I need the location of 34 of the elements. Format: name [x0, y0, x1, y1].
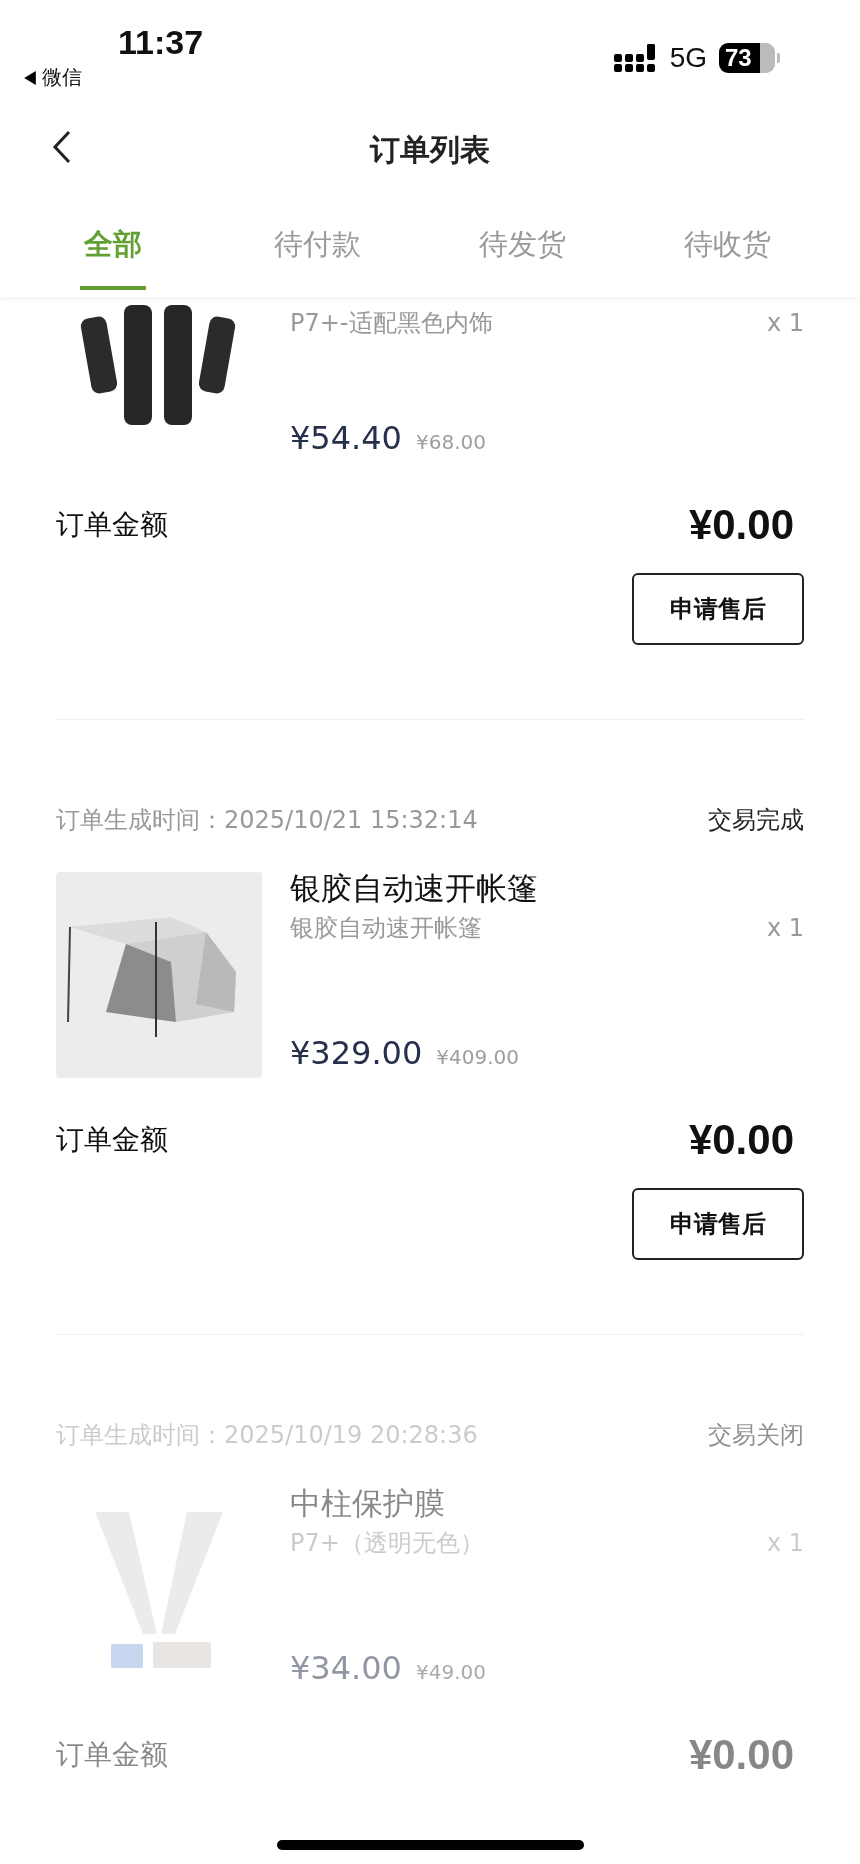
product-quantity: x 1	[766, 913, 804, 944]
order-status: 交易完成	[708, 805, 804, 836]
after-sales-button[interactable]: 申请售后	[632, 1188, 804, 1260]
network-label: 5G	[669, 42, 707, 74]
product-price: ¥329.00	[290, 1034, 423, 1072]
product-title: 银胶自动速开帐篷	[290, 869, 539, 908]
order-amount: ¥0.00	[688, 1116, 794, 1164]
back-app-link[interactable]: 微信	[42, 64, 82, 91]
order-amount-label: 订单金额	[56, 1737, 168, 1773]
order-amount-label: 订单金额	[56, 1122, 168, 1158]
original-price: ¥68.00	[415, 430, 486, 454]
product-quantity: x 1	[766, 308, 804, 339]
order-tab[interactable]: 待付款	[215, 200, 420, 290]
back-chevron-icon[interactable]	[52, 130, 72, 164]
order-amount: ¥0.00	[688, 501, 794, 549]
order-tab[interactable]: 待收货	[625, 200, 830, 290]
original-price: ¥49.00	[415, 1660, 486, 1684]
order-status: 交易关闭	[708, 1420, 804, 1451]
page-title: 订单列表	[370, 130, 490, 169]
product-price: ¥34.00	[290, 1649, 402, 1687]
product-variant: P7+-适配黑色内饰	[290, 308, 493, 339]
order-amount-label: 订单金额	[56, 507, 168, 543]
order-tab[interactable]: 全部	[10, 200, 215, 290]
signal-icon	[613, 44, 658, 72]
order-amount: ¥0.00	[688, 1731, 794, 1779]
product-variant: 银胶自动速开帐篷	[290, 913, 482, 944]
original-price: ¥409.00	[436, 1045, 520, 1069]
product-title: 中柱保护膜	[290, 1484, 446, 1523]
product-price: ¥54.40	[290, 419, 402, 457]
order-tab[interactable]: 待发货	[420, 200, 625, 290]
order-date: 订单生成时间：2025/10/21 15:32:14	[56, 805, 478, 836]
after-sales-button[interactable]: 申请售后	[632, 573, 804, 645]
status-time: 11:37	[118, 22, 204, 62]
back-triangle-icon[interactable]	[24, 70, 36, 85]
